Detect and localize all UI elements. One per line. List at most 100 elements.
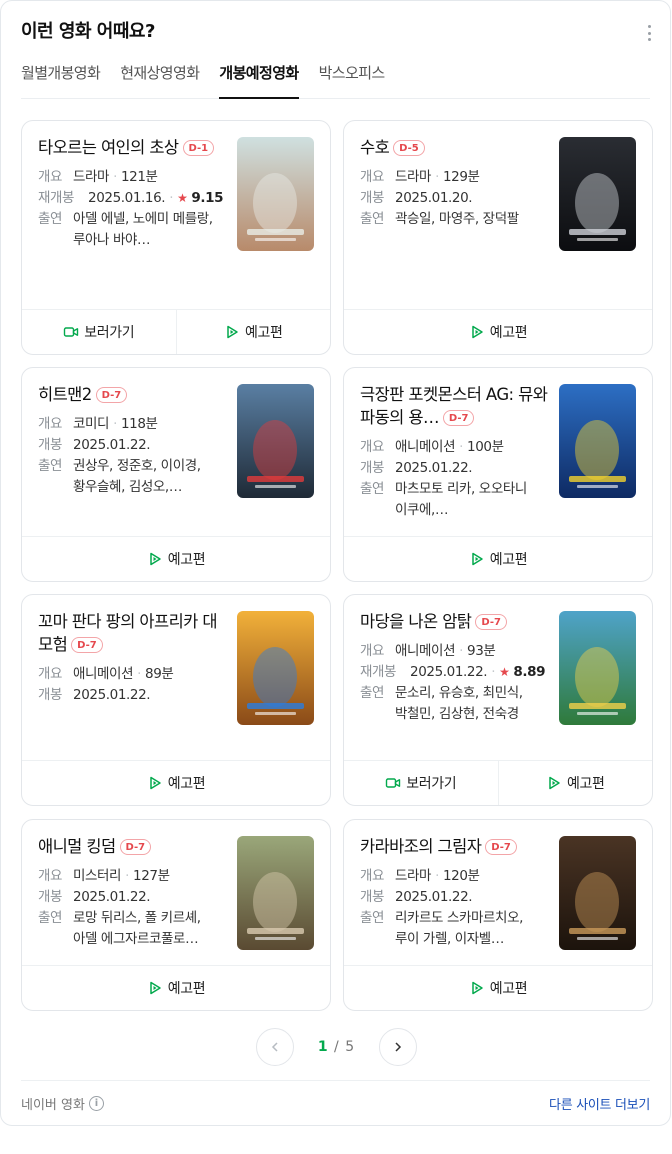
movie-runtime: 121분 (120, 169, 158, 185)
movie-title-line[interactable]: 수호 D-5 (360, 136, 550, 159)
movie-card[interactable]: 수호 D-5 개요 드라마 · 129분 개봉 2025.01.20. 출연 곽승일, 마영주, … (343, 120, 653, 355)
movie-title-line[interactable]: 마당을 나온 암탉 D-7 (360, 610, 550, 633)
movie-title-line[interactable]: 히트맨2 D-7 (38, 383, 228, 406)
movie-card[interactable]: 마당을 나온 암탉 D-7 개요 애니메이션 · 93분 재개봉 2025.01.22. · ★ … (343, 594, 653, 806)
movie-info: 개요 드라마 · 129분 개봉 2025.01.20. 출연 곽승일, 마영주, 장덕팔 (360, 167, 550, 230)
panel-footer: 네이버 영화 i 다른 사이트 더보기 (21, 1080, 650, 1126)
trailer-label: 예고편 (245, 325, 283, 341)
tab-upcoming[interactable]: 개봉예정영화 (219, 59, 299, 99)
page-indicator: 1 / 5 (318, 1039, 355, 1055)
release-date: 2025.01.22. (73, 889, 151, 905)
cast-row: 출연 리카르도 스카마르치오, 루이 가렐, 이자벨… (360, 908, 550, 950)
trailer-button[interactable]: 예고편 (22, 966, 330, 1010)
movie-runtime: 120분 (442, 868, 480, 884)
movie-card-body: 히트맨2 D-7 개요 코미디 · 118분 개봉 2025.01.22. 출연 권상우, 정준호… (22, 368, 330, 538)
movie-card-body: 마당을 나온 암탉 D-7 개요 애니메이션 · 93분 재개봉 2025.01.22. · ★ … (344, 595, 652, 762)
total-pages: 5 (345, 1039, 356, 1055)
movie-cast: 곽승일, 마영주, 장덕팔 (395, 211, 519, 227)
movie-title[interactable]: 카라바조의 그림자 (360, 837, 482, 856)
tab-box-office[interactable]: 박스오피스 (319, 59, 386, 99)
watch-button[interactable]: 보러가기 (22, 310, 176, 354)
genre-label: 개요 (38, 416, 63, 432)
movie-card[interactable]: 타오르는 여인의 초상 D-1 개요 드라마 · 121분 재개봉 2025.01.16. · ★… (21, 120, 331, 355)
dday-badge: D-7 (119, 839, 152, 855)
movie-title-line[interactable]: 꼬마 판다 팡의 아프리카 대모험 D-7 (38, 610, 228, 656)
source-label: 네이버 영화 i (21, 1094, 104, 1113)
movie-card-body: 애니멀 킹덤 D-7 개요 미스터리 · 127분 개봉 2025.01.22. 출연 로망 뒤리… (22, 820, 330, 967)
trailer-button[interactable]: 예고편 (22, 537, 330, 581)
movie-card-body: 꼬마 판다 팡의 아프리카 대모험 D-7 개요 애니메이션 · 89분 개봉 2025.01… (22, 595, 330, 762)
play-icon (150, 981, 161, 995)
movie-card[interactable]: 꼬마 판다 팡의 아프리카 대모험 D-7 개요 애니메이션 · 89분 개봉 2025.01… (21, 594, 331, 806)
release-label: 개봉 (360, 889, 385, 905)
tab-monthly-release[interactable]: 월별개봉영화 (21, 59, 101, 99)
cast-label: 출연 (38, 910, 63, 926)
movie-info: 개요 코미디 · 118분 개봉 2025.01.22. 출연 권상우, 정준호, 이이경, … (38, 414, 228, 498)
movie-title[interactable]: 타오르는 여인의 초상 (38, 138, 179, 157)
movie-card-actions: 보러가기 예고편 (22, 309, 330, 354)
movie-title-line[interactable]: 애니멀 킹덤 D-7 (38, 835, 228, 858)
genre-row: 개요 드라마 · 121분 (38, 167, 228, 188)
cast-label: 출연 (360, 910, 385, 926)
current-page: 1 (317, 1039, 329, 1055)
movie-poster[interactable] (559, 137, 636, 251)
movie-poster[interactable] (237, 384, 314, 498)
trailer-button[interactable]: 예고편 (175, 310, 331, 354)
movie-poster[interactable] (237, 611, 314, 725)
trailer-label: 예고편 (489, 552, 528, 568)
release-date: 2025.01.16. (88, 190, 166, 206)
release-row: 재개봉 2025.01.16. · ★ 9.15 (38, 188, 228, 209)
movie-card-body: 타오르는 여인의 초상 D-1 개요 드라마 · 121분 재개봉 2025.01.16. · ★… (22, 121, 330, 311)
trailer-button[interactable]: 예고편 (344, 537, 652, 581)
more-options-icon[interactable] (646, 25, 652, 41)
movie-card[interactable]: 히트맨2 D-7 개요 코미디 · 118분 개봉 2025.01.22. 출연 권상우, 정준호… (21, 367, 331, 582)
movie-genre: 미스터리 (73, 868, 122, 884)
movie-cast: 문소리, 유승호, 최민식, 박철민, 김상현, 전숙경 (395, 685, 523, 722)
cast-label: 출연 (360, 481, 385, 497)
trailer-button[interactable]: 예고편 (22, 761, 330, 805)
trailer-label: 예고편 (167, 552, 206, 568)
movie-title[interactable]: 수호 (360, 138, 390, 157)
movie-info: 개요 드라마 · 121분 재개봉 2025.01.16. · ★ 9.15 출연 아델 에넬, … (38, 167, 228, 251)
release-date: 2025.01.22. (73, 687, 151, 703)
movie-poster[interactable] (237, 836, 314, 950)
trailer-button[interactable]: 예고편 (344, 310, 652, 354)
prev-page-button[interactable] (255, 1028, 294, 1066)
info-icon[interactable]: i (88, 1096, 104, 1111)
next-page-button[interactable] (379, 1028, 418, 1066)
movie-title[interactable]: 마당을 나온 암탉 (360, 612, 472, 631)
tab-now-showing[interactable]: 현재상영영화 (120, 59, 200, 99)
movie-title[interactable]: 애니멀 킹덤 (38, 837, 116, 856)
category-tabs: 월별개봉영화 현재상영영화 개봉예정영화 박스오피스 (21, 59, 650, 99)
trailer-button[interactable]: 예고편 (344, 966, 652, 1010)
trailer-label: 예고편 (167, 981, 206, 997)
panel-header: 이런 영화 어때요? (21, 19, 656, 47)
genre-row: 개요 미스터리 · 127분 (38, 866, 228, 887)
star-icon: ★ (499, 665, 510, 679)
cast-row: 출연 문소리, 유승호, 최민식, 박철민, 김상현, 전숙경 (360, 683, 550, 725)
movie-poster[interactable] (559, 384, 636, 498)
movie-title-line[interactable]: 극장판 포켓몬스터 AG: 뮤와 파동의 용… D-7 (360, 383, 550, 429)
movie-title-line[interactable]: 카라바조의 그림자 D-7 (360, 835, 550, 858)
release-label: 개봉 (38, 687, 63, 703)
movie-poster[interactable] (559, 611, 636, 725)
release-label: 개봉 (38, 437, 63, 453)
trailer-button[interactable]: 예고편 (497, 761, 653, 805)
release-row: 개봉 2025.01.22. (38, 887, 228, 908)
movie-card-actions: 예고편 (344, 536, 652, 581)
movie-card[interactable]: 극장판 포켓몬스터 AG: 뮤와 파동의 용… D-7 개요 애니메이션 · 100분 개봉… (343, 367, 653, 582)
cast-row: 출연 로망 뒤리스, 폴 키르셰, 아델 에그자르코풀로… (38, 908, 228, 950)
movie-genre: 애니메이션 (395, 439, 456, 455)
movie-poster[interactable] (559, 836, 636, 950)
watch-button[interactable]: 보러가기 (344, 761, 498, 805)
movie-card[interactable]: 애니멀 킹덤 D-7 개요 미스터리 · 127분 개봉 2025.01.22. 출연 로망 뒤리… (21, 819, 331, 1011)
movie-card[interactable]: 카라바조의 그림자 D-7 개요 드라마 · 120분 개봉 2025.01.22. 출연 리카르… (343, 819, 653, 1011)
release-date: 2025.01.22. (395, 460, 473, 476)
movie-runtime: 129분 (442, 169, 480, 185)
movie-poster[interactable] (237, 137, 314, 251)
more-sites-link[interactable]: 다른 사이트 더보기 (549, 1094, 650, 1113)
movie-title[interactable]: 히트맨2 (38, 385, 92, 404)
trailer-label: 예고편 (567, 776, 605, 792)
movie-title-line[interactable]: 타오르는 여인의 초상 D-1 (38, 136, 228, 159)
movie-title[interactable]: 꼬마 판다 팡의 아프리카 대모험 (38, 612, 218, 654)
